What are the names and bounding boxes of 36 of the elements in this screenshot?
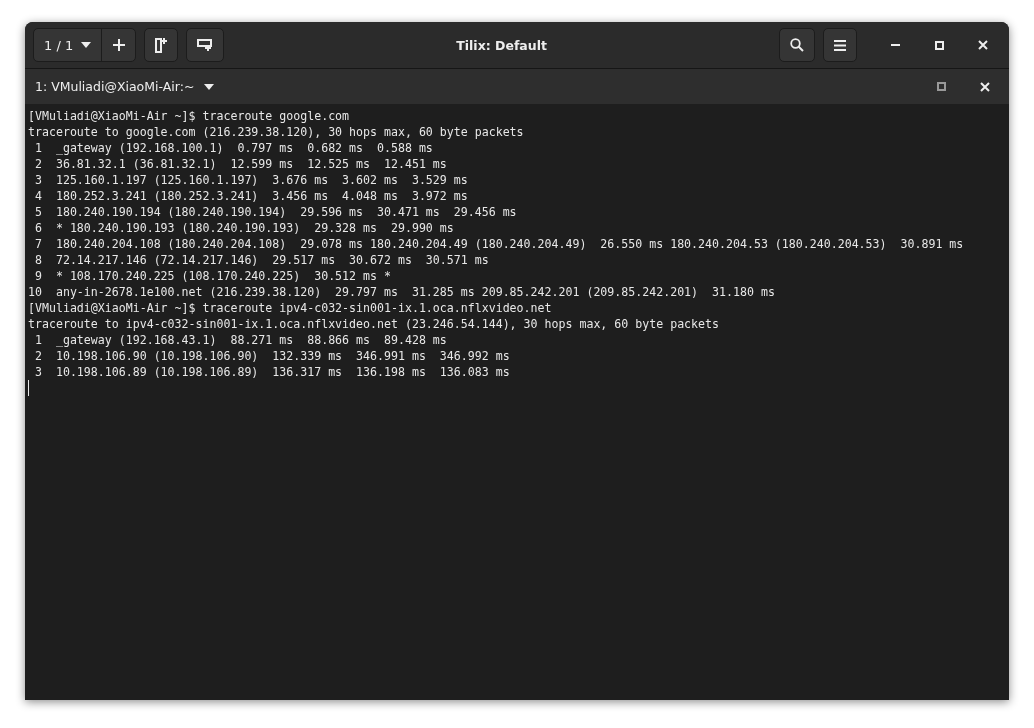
terminal-line: 2 10.198.106.90 (10.198.106.90) 132.339 ms 346.991 ms 346.992 ms	[33, 348, 511, 364]
terminal-line: [VMuliadi@XiaoMi-Air ~]$ traceroute ipv4-c032-sin001-ix.1.oca.nflxvideo.net	[28, 300, 553, 316]
terminal-line: 3 10.198.106.89 (10.198.106.89) 136.317 ms 136.198 ms 136.083 ms	[33, 364, 511, 380]
split-down-icon	[197, 38, 214, 52]
terminal-line: traceroute to google.com (216.239.38.120), 30 hops max, 60 byte packets	[28, 124, 525, 140]
maximize-icon	[934, 40, 944, 50]
minimize-icon	[890, 44, 900, 46]
terminal-line: [VMuliadi@XiaoMi-Air ~]$ traceroute google.com	[28, 108, 351, 124]
terminal-title-button[interactable]: 1: VMuliadi@XiaoMi-Air:~	[35, 79, 215, 94]
terminal-line: 3 125.160.1.197 (125.160.1.197) 3.676 ms 3.602 ms 3.529 ms	[33, 172, 469, 188]
search-button[interactable]	[779, 28, 815, 62]
split-right-button[interactable]	[144, 28, 179, 62]
terminal-line: 1 _gateway (192.168.43.1) 88.271 ms 88.866 ms 89.428 ms	[33, 332, 448, 348]
caret-icon	[81, 42, 92, 48]
split-right-icon	[155, 37, 168, 53]
terminal-line: 1 _gateway (192.168.100.1) 0.797 ms 0.682 ms 0.588 ms	[33, 140, 434, 156]
menu-icon	[834, 39, 846, 51]
terminal-line: 6 * 180.240.190.193 (180.240.190.193) 29.328 ms 29.990 ms	[33, 220, 455, 236]
close-icon	[980, 81, 990, 92]
terminal-line: 9 * 108.170.240.225 (108.170.240.225) 30.512 ms *	[33, 268, 392, 284]
terminal-line: 4 180.252.3.241 (180.252.3.241) 3.456 ms 4.048 ms 3.972 ms	[33, 188, 469, 204]
window-title: Tilix: Default	[455, 37, 548, 53]
search-icon	[790, 38, 804, 52]
menu-button[interactable]	[823, 28, 857, 62]
close-icon	[978, 40, 988, 50]
plus-icon	[112, 39, 125, 51]
text-cursor	[28, 380, 29, 396]
split-down-button[interactable]	[186, 28, 225, 62]
terminal-line: 5 180.240.190.194 (180.240.190.194) 29.596 ms 30.471 ms 29.456 ms	[33, 204, 518, 220]
terminal-line: traceroute to ipv4-c032-sin001-ix.1.oca.nflxvideo.net (23.246.54.144), 30 hops max, 60 byte packets	[28, 316, 721, 332]
terminal-line: 7 180.240.204.108 (180.240.204.108) 29.078 ms 180.240.204.49 (180.240.204.49) 26.550 ms 180.240.204.53 (180.240.204.53) 30.891 ms	[33, 236, 965, 252]
terminal-line: 10 any-in-2678.1e100.net (216.239.38.120) 29.797 ms 31.285 ms 209.85.242.201 (209.85.242.201) 31.180 ms	[28, 284, 776, 300]
maximize-icon	[936, 82, 946, 91]
terminal-line: 2 36.81.32.1 (36.81.32.1) 12.599 ms 12.525 ms 12.451 ms	[33, 156, 448, 172]
caret-icon	[204, 83, 215, 90]
terminal-line: 8 72.14.217.146 (72.14.217.146) 29.517 ms 30.672 ms 30.571 ms	[33, 252, 490, 268]
